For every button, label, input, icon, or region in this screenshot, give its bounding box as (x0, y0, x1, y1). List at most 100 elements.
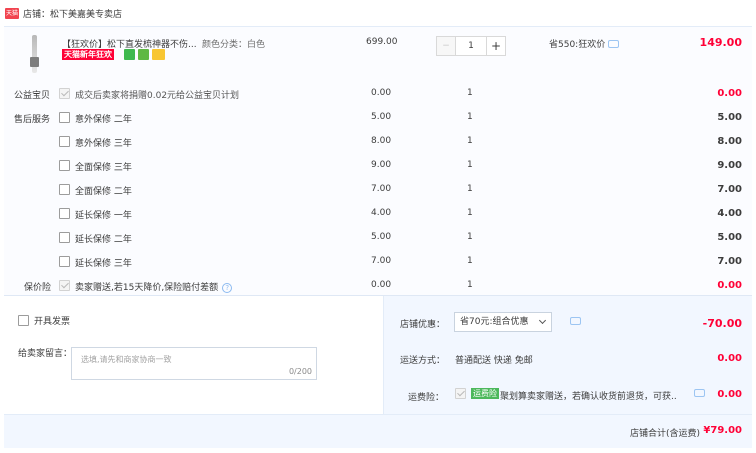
service-total: 9.00 (717, 160, 742, 171)
service-name[interactable]: 意外保修 二年 (75, 112, 132, 125)
order-item-area: 【狂欢价】松下直发梳神器不伤... 颜色分类：白色 天猫新年狂欢 699.00 … (4, 26, 752, 296)
invoice-option[interactable]: 开具发票 (18, 314, 70, 327)
insurance-text: 聚划算卖家赠送，若确认收货前退货，可获... (500, 392, 676, 402)
service-checkbox[interactable] (59, 256, 70, 267)
message-textarea[interactable]: 选填,请先和商家协商一致 0/200 (71, 347, 317, 380)
service-qty: 1 (467, 160, 473, 170)
service-total: 5.00 (717, 112, 742, 123)
item-row: 【狂欢价】松下直发梳神器不伤... 颜色分类：白色 天猫新年狂欢 699.00 … (4, 27, 752, 83)
service-total: 5.00 (717, 232, 742, 243)
service-total: 7.00 (717, 184, 742, 195)
service-checkbox[interactable] (59, 232, 70, 243)
store-header: 天猫 店铺：松下美嘉美专卖店 (0, 0, 756, 26)
promo-badge: 天猫新年狂欢 (62, 49, 114, 60)
seven-day-return-icon (124, 49, 135, 60)
service-name[interactable]: 全面保修 三年 (75, 160, 132, 173)
coupon-selected: 省70元:组合优惠 (460, 317, 529, 327)
service-price: 9.00 (371, 160, 392, 170)
tmall-store-icon: 天猫 (5, 7, 19, 19)
decrease-quantity-button[interactable]: − (436, 36, 456, 56)
invoice-label[interactable]: 开具发票 (34, 314, 70, 327)
product-thumbnail[interactable] (18, 33, 52, 75)
service-qty: 1 (467, 280, 473, 290)
service-price: 8.00 (371, 136, 392, 146)
item-subtotal: 149.00 (699, 36, 742, 49)
invoice-checkbox[interactable] (18, 315, 29, 326)
guarantee-icon (138, 49, 149, 60)
service-checkbox (59, 280, 70, 291)
service-checkbox[interactable] (59, 208, 70, 219)
service-checkbox[interactable] (59, 112, 70, 123)
message-char-count: 0/200 (288, 367, 312, 376)
service-checkbox (59, 88, 70, 99)
shipping-label: 运送方式： (400, 356, 446, 366)
service-group-label: 售后服务 (14, 115, 51, 125)
savings-text: 省550:狂欢价 (549, 37, 620, 50)
service-qty: 1 (467, 112, 473, 122)
quantity-input[interactable]: 1 (456, 36, 486, 56)
coupon-label: 店铺优惠： (400, 320, 446, 330)
service-price: 7.00 (371, 256, 392, 266)
service-price: 7.00 (371, 184, 392, 194)
insurance-value: 0.00 (717, 389, 742, 400)
service-total: 4.00 (717, 208, 742, 219)
increase-quantity-button[interactable]: + (486, 36, 506, 56)
service-row: 售后服务 意外保修 二年 5.00 1 5.00 (4, 107, 752, 131)
service-name[interactable]: 延长保修 二年 (75, 232, 132, 245)
service-row: 延长保修 一年 4.00 1 4.00 (4, 203, 752, 227)
coupon-value: -70.00 (702, 317, 742, 330)
store-total-value: ¥79.00 (703, 425, 742, 436)
service-checkbox[interactable] (59, 184, 70, 195)
service-price: 0.00 (371, 88, 392, 98)
service-row: 延长保修 三年 7.00 1 7.00 (4, 251, 752, 275)
service-name: 卖家赠送,若15天降价,保险赔付差额? (75, 280, 233, 293)
service-row: 延长保修 二年 5.00 1 5.00 (4, 227, 752, 251)
service-row: 全面保修 三年 9.00 1 9.00 (4, 155, 752, 179)
chat-icon[interactable] (570, 317, 581, 325)
service-total: 7.00 (717, 256, 742, 267)
info-icon[interactable]: ? (222, 283, 233, 293)
shipping-value: 0.00 (717, 353, 742, 364)
service-total: 0.00 (717, 280, 742, 291)
insurance-checkbox (455, 388, 466, 399)
service-checkbox[interactable] (59, 160, 70, 171)
service-qty: 1 (467, 208, 473, 218)
insurance-tag: 运费险 (471, 388, 499, 399)
order-options-area: 开具发票 给卖家留言： 选填,请先和商家协商一致 0/200 店铺优惠： 省70… (4, 296, 752, 453)
unit-price: 699.00 (366, 37, 398, 47)
service-row: 全面保修 二年 7.00 1 7.00 (4, 179, 752, 203)
service-row: 意外保修 三年 8.00 1 8.00 (4, 131, 752, 155)
service-qty: 1 (467, 184, 473, 194)
service-qty: 1 (467, 232, 473, 242)
service-name[interactable]: 意外保修 三年 (75, 136, 132, 149)
service-qty: 1 (467, 136, 473, 146)
credit-card-icon (152, 49, 165, 60)
service-checkbox[interactable] (59, 136, 70, 147)
service-price: 0.00 (371, 280, 392, 290)
store-name[interactable]: 店铺：松下美嘉美专卖店 (23, 7, 122, 20)
service-name[interactable]: 延长保修 一年 (75, 208, 132, 221)
chat-icon[interactable] (608, 40, 620, 48)
service-name: 成交后卖家将捐赠0.02元给公益宝贝计划 (75, 91, 240, 101)
store-total-bar: 店铺合计(含运费) ¥79.00 (4, 414, 752, 448)
coupon-dropdown[interactable]: 省70元:组合优惠 (454, 312, 552, 332)
chevron-down-icon (538, 316, 547, 325)
chat-icon[interactable] (694, 389, 705, 397)
savings-label: 省550:狂欢价 (549, 40, 606, 50)
service-group-label: 公益宝贝 (14, 91, 51, 101)
service-name-text: 卖家赠送,若15天降价,保险赔付差额 (75, 283, 219, 293)
insurance-label: 运费险： (408, 393, 445, 403)
message-label: 给卖家留言： (18, 349, 73, 359)
service-row: 公益宝贝 成交后卖家将捐赠0.02元给公益宝贝计划 0.00 1 0.00 (4, 83, 752, 107)
service-qty: 1 (467, 256, 473, 266)
service-group-label: 保价险 (24, 283, 52, 293)
service-price: 5.00 (371, 112, 392, 122)
order-summary-panel: 店铺优惠： 省70元:组合优惠 -70.00 运送方式： 普通配送 快递 免邮 … (383, 296, 752, 414)
service-price: 5.00 (371, 232, 392, 242)
service-name[interactable]: 延长保修 三年 (75, 256, 132, 269)
quantity-stepper: − 1 + (436, 36, 508, 56)
service-name[interactable]: 全面保修 二年 (75, 184, 132, 197)
service-qty: 1 (467, 88, 473, 98)
shipping-method: 普通配送 快递 免邮 (455, 356, 533, 366)
store-total-label: 店铺合计(含运费) (629, 429, 700, 439)
